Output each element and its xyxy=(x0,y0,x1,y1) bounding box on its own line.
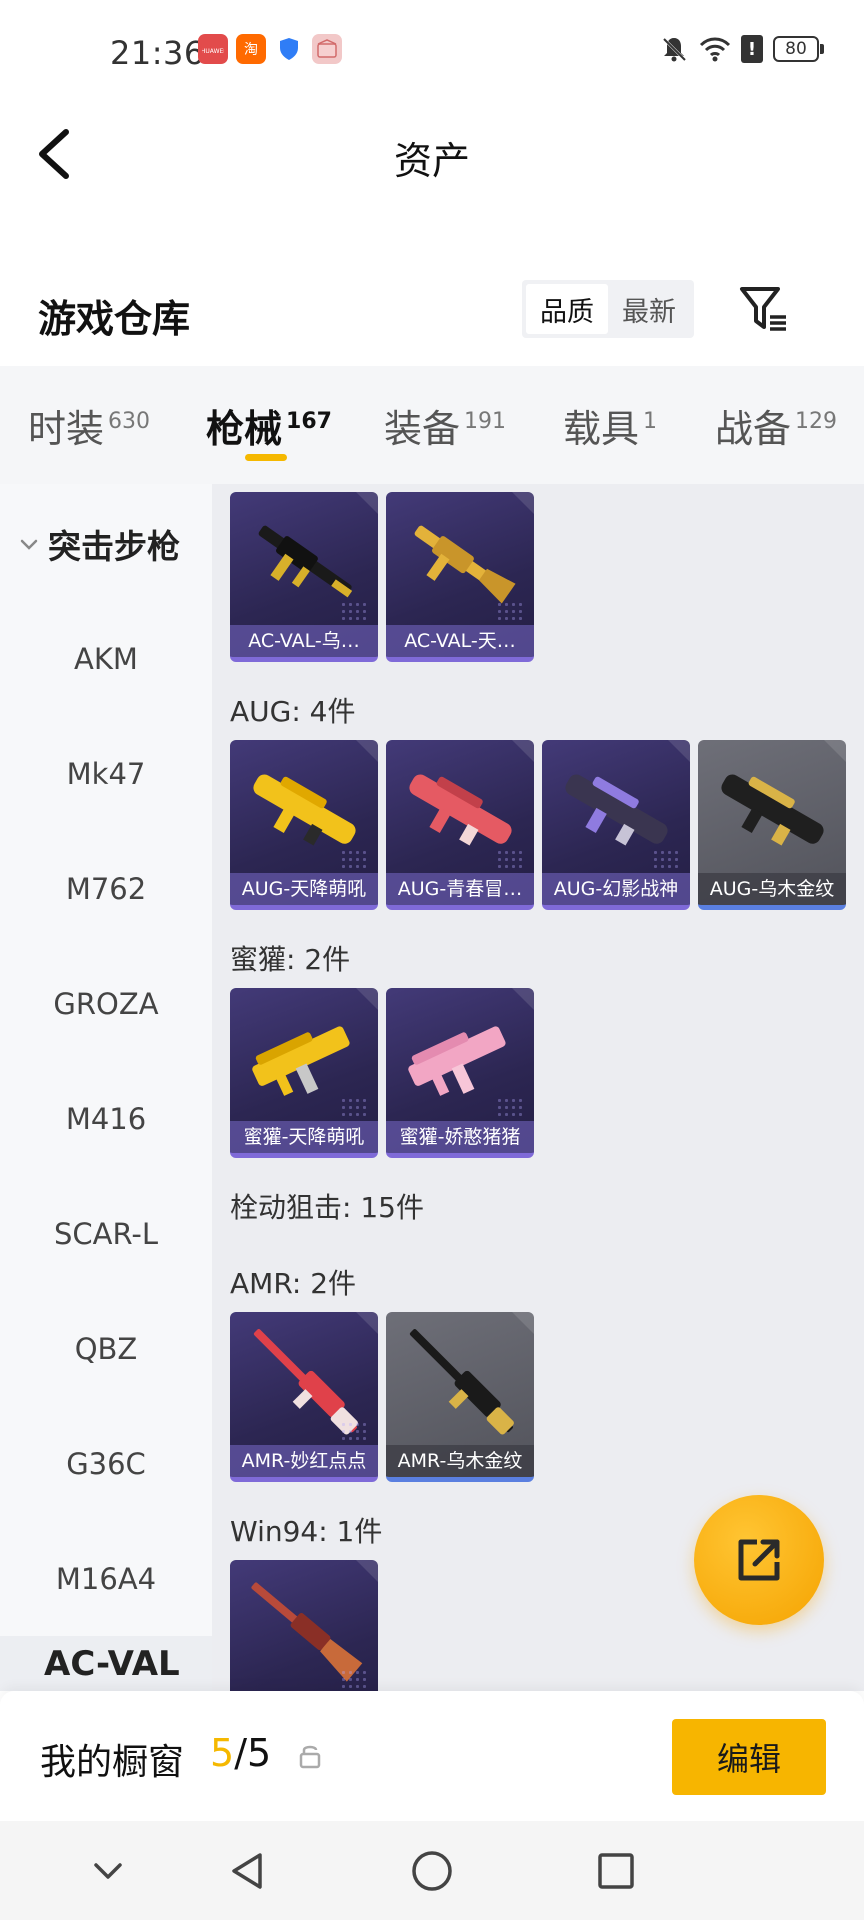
sort-quality-option[interactable]: 品质 xyxy=(526,284,608,334)
sidebar-item-g36c[interactable]: G36C xyxy=(0,1447,212,1481)
skin-card-aug-1[interactable]: AUG-天降萌吼 xyxy=(230,740,378,910)
sidebar-item-mk47[interactable]: Mk47 xyxy=(0,757,212,791)
warehouse-title: 游戏仓库 xyxy=(38,297,191,341)
triangle-back-icon xyxy=(232,1853,262,1889)
skin-card-honeybadger-2[interactable]: 蜜獾-娇憨猪猪 xyxy=(386,988,534,1158)
tab-fashion[interactable]: 时装 630 xyxy=(28,398,150,453)
svg-text:HUAWEI: HUAWEI xyxy=(202,48,224,55)
status-bar: 21:36 HUAWEI 淘 ! 80 xyxy=(0,0,864,100)
skin-card-acval-1[interactable]: AC-VAL-乌… xyxy=(230,492,378,662)
skin-caption: AUG-青春冒… xyxy=(386,873,534,905)
skin-caption: 蜜獾-天降萌吼 xyxy=(230,1121,378,1153)
box-app-icon xyxy=(312,34,342,64)
skin-caption: 蜜獾-娇憨猪猪 xyxy=(386,1121,534,1153)
tab-guns[interactable]: 枪械 167 xyxy=(206,398,332,453)
skin-card-aug-4[interactable]: AUG-乌木金纹 xyxy=(698,740,846,910)
battery-level: 80 xyxy=(773,36,819,62)
status-time: 21:36 xyxy=(110,34,205,72)
tab-count: 1 xyxy=(643,409,658,434)
section-label-win94: Win94: 1件 xyxy=(230,1515,383,1548)
skin-caption: AMR-乌木金纹 xyxy=(386,1445,534,1477)
share-external-icon xyxy=(738,1539,780,1581)
showcase-label: 我的橱窗 xyxy=(40,1742,185,1783)
square-recents-icon xyxy=(598,1853,634,1889)
filter-button[interactable] xyxy=(738,283,790,335)
tab-count: 129 xyxy=(795,409,838,434)
lock-icon xyxy=(299,1745,321,1769)
skin-caption: AMR-妙红点点 xyxy=(230,1445,378,1477)
status-app-icons: HUAWEI 淘 xyxy=(198,34,342,64)
showcase-current: 5 xyxy=(210,1731,235,1775)
skin-card-win94-1[interactable] xyxy=(230,1560,378,1691)
skin-card-honeybadger-1[interactable]: 蜜獾-天降萌吼 xyxy=(230,988,378,1158)
edit-showcase-button[interactable]: 编辑 xyxy=(672,1719,826,1795)
page-title: 资产 xyxy=(393,139,470,183)
category-tabs: 时装 630 枪械 167 装备 191 载具 1 战备 129 xyxy=(0,366,864,484)
chevron-down-icon xyxy=(94,1863,122,1879)
skin-caption: AUG-乌木金纹 xyxy=(698,873,846,905)
circle-home-icon xyxy=(412,1851,452,1891)
sidebar-item-ac-val[interactable]: AC-VAL xyxy=(44,1636,180,1692)
tab-vehicles[interactable]: 载具 1 xyxy=(563,398,657,453)
showcase-count: 5/5 xyxy=(210,1731,272,1775)
bell-muted-icon xyxy=(662,37,687,62)
sort-newest-option[interactable]: 最新 xyxy=(608,284,690,334)
tab-equipment[interactable]: 装备 191 xyxy=(384,398,506,453)
huawei-app-icon: HUAWEI xyxy=(198,34,228,64)
sidebar-item-m762[interactable]: M762 xyxy=(0,872,212,906)
sidebar-item-m16a4[interactable]: M16A4 xyxy=(0,1562,212,1596)
skin-card-aug-2[interactable]: AUG-青春冒… xyxy=(386,740,534,910)
sidebar-item-akm[interactable]: AKM xyxy=(0,642,212,676)
status-right: ! 80 xyxy=(659,34,824,64)
skin-card-amr-2[interactable]: AMR-乌木金纹 xyxy=(386,1312,534,1482)
skin-card-amr-1[interactable]: AMR-妙红点点 xyxy=(230,1312,378,1482)
shield-app-icon xyxy=(274,34,304,64)
section-label-honey-badger: 蜜獾: 2件 xyxy=(230,943,351,976)
showcase-bar: 我的橱窗 5/5 编辑 xyxy=(0,1691,864,1821)
share-fab-button[interactable] xyxy=(694,1495,824,1625)
skin-card-aug-3[interactable]: AUG-幻影战神 xyxy=(542,740,690,910)
section-label-amr: AMR: 2件 xyxy=(230,1267,357,1300)
alert-icon: ! xyxy=(741,35,763,63)
sidebar-item-qbz[interactable]: QBZ xyxy=(0,1332,212,1366)
system-nav-bar xyxy=(0,1821,864,1920)
wifi-icon xyxy=(699,37,731,62)
chevron-down-icon xyxy=(20,539,38,550)
skin-caption: AC-VAL-乌… xyxy=(230,625,378,657)
nav-recents-button[interactable] xyxy=(592,1847,640,1895)
sidebar-item-groza[interactable]: GROZA xyxy=(0,987,212,1021)
active-tab-indicator xyxy=(245,454,287,461)
sidebar-lower-section: AC-VAL xyxy=(0,1636,212,1691)
tab-count: 167 xyxy=(286,409,332,434)
nav-home-button[interactable] xyxy=(408,1847,456,1895)
filter-icon xyxy=(740,287,786,331)
nav-collapse-button[interactable] xyxy=(84,1847,132,1895)
taobao-app-icon: 淘 xyxy=(236,34,266,64)
skin-card-acval-2[interactable]: AC-VAL-天… xyxy=(386,492,534,662)
tab-supplies[interactable]: 战备 129 xyxy=(715,398,837,453)
showcase-total: 5 xyxy=(247,1731,272,1775)
sidebar-item-scar-l[interactable]: SCAR-L xyxy=(0,1217,212,1251)
section-label-bolt-sniper: 栓动狙击: 15件 xyxy=(230,1191,424,1224)
sidebar-group-assault-rifles[interactable]: 突击步枪 xyxy=(18,520,180,568)
sidebar-group-label: 突击步枪 xyxy=(48,527,180,566)
sidebar-item-m416[interactable]: M416 xyxy=(0,1102,212,1136)
weapon-category-sidebar: 突击步枪 AKM Mk47 M762 GROZA M416 SCAR-L QBZ… xyxy=(0,484,212,1636)
sort-toggle: 品质 最新 xyxy=(522,280,694,338)
skin-caption: AUG-天降萌吼 xyxy=(230,873,378,905)
section-label-aug: AUG: 4件 xyxy=(230,695,356,728)
skin-caption: AUG-幻影战神 xyxy=(542,873,690,905)
app-bar: 资产 xyxy=(0,100,864,210)
tab-count: 630 xyxy=(108,409,151,434)
battery-icon: 80 xyxy=(773,36,824,62)
nav-back-button[interactable] xyxy=(224,1847,272,1895)
tab-count: 191 xyxy=(464,409,507,434)
skin-caption: AC-VAL-天… xyxy=(386,625,534,657)
